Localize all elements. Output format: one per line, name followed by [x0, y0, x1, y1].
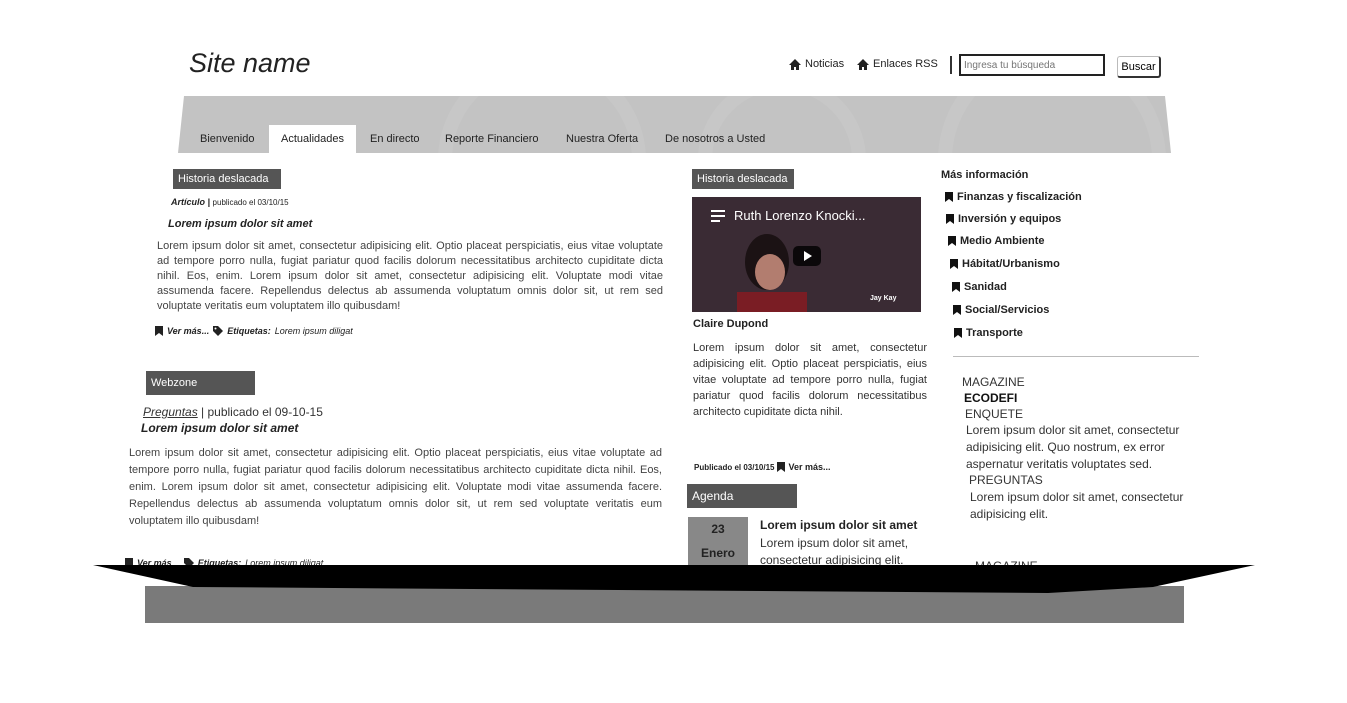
- bookmark-icon: [777, 462, 786, 472]
- webzone-body: Lorem ipsum dolor sit amet, consectetur …: [129, 447, 662, 527]
- webzone-meta-link[interactable]: Preguntas: [143, 405, 198, 419]
- agenda-label: Agenda: [687, 484, 797, 508]
- featured-tags[interactable]: Lorem ipsum diligat: [275, 326, 353, 336]
- featured-mid-date: Publicado el 03/10/15: [694, 462, 775, 472]
- agenda-date: 23 Enero: [688, 517, 748, 567]
- bookmark-icon: [954, 328, 962, 338]
- tab-nuestra-oferta[interactable]: Nuestra Oferta: [566, 125, 638, 153]
- featured-footer: Ver más... Etiquetas: Lorem ipsum diliga…: [155, 326, 353, 336]
- rss-link-label: Enlaces RSS: [873, 58, 938, 70]
- bookmark-icon: [952, 282, 960, 292]
- featured-meta: Artículo | publicado el 03/10/15: [171, 197, 289, 207]
- featured-mid-footer: Publicado el 03/10/15 Ver más...: [694, 462, 831, 472]
- sidebar-enquete-heading: ENQUETE: [965, 407, 1024, 421]
- webzone-meta: Preguntas | publicado el 09-10-15: [143, 405, 323, 419]
- tag-icon: [213, 326, 224, 336]
- featured-meta-date: publicado el 03/10/15: [212, 198, 289, 207]
- sidebar-preguntas-heading: PREGUNTAS: [969, 473, 1043, 487]
- sidebar-brand[interactable]: ECODEFI: [964, 390, 1017, 406]
- video-title[interactable]: Ruth Lorenzo Knocki...: [734, 208, 866, 223]
- bookmark-icon: [945, 192, 953, 202]
- sidebar-preguntas-text: Lorem ipsum dolor sit amet, consectetur …: [970, 490, 1184, 521]
- news-link-label: Noticias: [805, 58, 845, 70]
- bookmark-icon: [950, 259, 958, 269]
- featured-mid-body: Lorem ipsum dolor sit amet, consectetur …: [693, 342, 927, 418]
- sidebar-item-transporte[interactable]: Transporte: [954, 327, 1023, 339]
- search-button[interactable]: Buscar: [1117, 56, 1161, 78]
- sidebar-item-inversion[interactable]: Inversión y equipos: [946, 213, 1061, 225]
- tab-reporte-financiero[interactable]: Reporte Financiero: [445, 125, 539, 153]
- sidebar-magazine-heading: MAGAZINE: [962, 375, 1025, 389]
- home-icon: [789, 58, 801, 70]
- search-divider: [950, 56, 952, 74]
- featured-mid-label: Historia deslacada: [692, 169, 794, 189]
- sidebar-heading: Más información: [941, 169, 1029, 181]
- nav-decoration: [938, 96, 1166, 153]
- tab-actualidades[interactable]: Actualidades: [269, 125, 356, 153]
- sidebar-item-label: Medio Ambiente: [960, 235, 1045, 247]
- sidebar-item-medio-ambiente[interactable]: Medio Ambiente: [948, 235, 1045, 247]
- sidebar-item-social[interactable]: Social/Servicios: [953, 304, 1049, 316]
- featured-meta-type: Artículo |: [171, 197, 211, 207]
- tab-en-directo[interactable]: En directo: [370, 125, 420, 153]
- play-icon[interactable]: [793, 246, 821, 266]
- video-thumbnail: [737, 234, 807, 312]
- sidebar-item-finanzas[interactable]: Finanzas y fiscalización: [945, 191, 1082, 203]
- sidebar-item-label: Hábitat/Urbanismo: [962, 258, 1060, 270]
- video-caption: Jay Kay: [870, 295, 897, 302]
- featured-body: Lorem ipsum dolor sit amet, consectetur …: [157, 240, 663, 312]
- agenda-day: 23: [711, 522, 725, 536]
- bookmark-icon: [953, 305, 961, 315]
- video-player[interactable]: Ruth Lorenzo Knocki... Jay Kay: [692, 197, 921, 312]
- bookmark-icon: [946, 214, 954, 224]
- sidebar-item-habitat[interactable]: Hábitat/Urbanismo: [950, 258, 1060, 270]
- sidebar-item-sanidad[interactable]: Sanidad: [952, 281, 1007, 293]
- agenda-title[interactable]: Lorem ipsum dolor sit amet: [760, 518, 917, 532]
- webzone-meta-date: | publicado el 09-10-15: [197, 405, 323, 419]
- sidebar-item-label: Sanidad: [964, 281, 1007, 293]
- tab-de-nosotros[interactable]: De nosotros a Usted: [665, 125, 765, 153]
- news-link[interactable]: Noticias: [789, 58, 844, 70]
- tab-bienvenido[interactable]: Bienvenido: [200, 125, 254, 153]
- featured-label: Historia deslacada: [173, 169, 281, 189]
- featured-mid-author: Claire Dupond: [693, 318, 769, 330]
- home-icon: [857, 58, 869, 70]
- bookmark-icon: [155, 326, 163, 336]
- sidebar-item-label: Finanzas y fiscalización: [957, 191, 1082, 203]
- featured-more-link[interactable]: Ver más...: [167, 326, 209, 336]
- agenda-body: Lorem ipsum dolor sit amet, consectetur …: [760, 536, 909, 567]
- featured-mid-more-link[interactable]: Ver más...: [788, 462, 830, 472]
- webzone-title[interactable]: Lorem ipsum dolor sit amet: [141, 421, 298, 435]
- agenda-month: Enero: [700, 546, 735, 560]
- site-name[interactable]: Site name: [189, 48, 311, 79]
- sidebar-item-label: Social/Servicios: [965, 304, 1050, 316]
- featured-title[interactable]: Lorem ipsum dolor sit amet: [168, 218, 312, 230]
- search-input[interactable]: [959, 54, 1105, 76]
- webzone-label: Webzone: [146, 371, 255, 395]
- playlist-icon: [711, 210, 725, 222]
- sidebar-divider: [953, 356, 1199, 357]
- featured-tags-label: Etiquetas:: [227, 326, 271, 336]
- sidebar-item-label: Inversión y equipos: [958, 213, 1062, 225]
- sidebar-item-label: Transporte: [966, 327, 1023, 339]
- rss-link[interactable]: Enlaces RSS: [857, 58, 938, 70]
- sidebar-enquete-text: Lorem ipsum dolor sit amet, consectetur …: [966, 423, 1180, 471]
- bookmark-icon: [948, 236, 956, 246]
